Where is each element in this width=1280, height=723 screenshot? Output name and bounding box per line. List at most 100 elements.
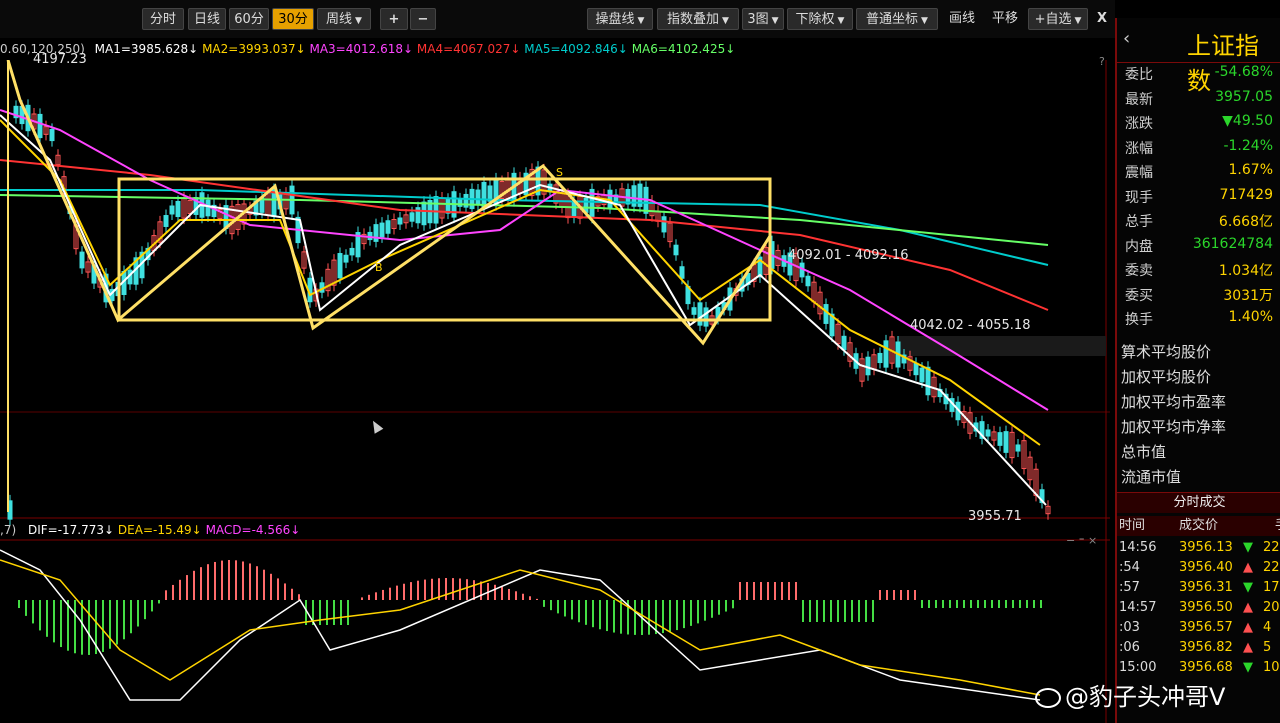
candle-body — [49, 128, 55, 142]
kline-chart[interactable] — [0, 60, 1110, 723]
dea-value: DEA=-15.49↓ — [117, 523, 202, 537]
tick-row: 15:00 3956.68 ▼ 100 — [1117, 658, 1280, 678]
ma5-value: MA5=4092.846↓ — [524, 42, 628, 56]
candle-body — [385, 220, 391, 234]
quote-row: 涨跌 ▼49.50 — [1121, 113, 1277, 137]
help-icon[interactable]: ? — [1099, 55, 1105, 68]
tick-columns: 时间 成交价 手 — [1117, 516, 1280, 536]
zoom-in-button[interactable]: + — [380, 8, 408, 30]
metric-row[interactable]: 算术平均股价 — [1121, 341, 1211, 362]
tick-row: :03 3956.57 ▲ 4 — [1117, 618, 1280, 638]
quote-key: 总手 — [1125, 214, 1153, 230]
tick-vol: 20 — [1263, 600, 1280, 615]
chevron-down-icon: ▼ — [722, 16, 729, 26]
draw-line-button[interactable]: 画线 — [942, 8, 982, 30]
candle-body — [475, 189, 481, 205]
candle-body — [409, 212, 415, 222]
macd-legend: ,7) DIF=-17.773↓ DEA=-15.49↓ MACD=-4.566… — [0, 520, 300, 540]
metric-row[interactable]: 加权平均市净率 — [1121, 416, 1226, 437]
quote-key: 震幅 — [1125, 165, 1153, 181]
quote-row: 委卖 1.034亿 — [1121, 260, 1277, 284]
panel-title-bar: ‹ 上证指数 — [1117, 18, 1280, 95]
period-day[interactable]: 日线 — [188, 8, 226, 30]
quote-key: 最新 — [1125, 91, 1153, 108]
chuquan-dropdown[interactable]: 下除权 ▼ — [787, 8, 853, 30]
tick-vol: 17 — [1263, 580, 1280, 595]
quote-row: 内盘 361624784 — [1121, 236, 1277, 260]
candle-body — [997, 432, 1003, 446]
period-30min[interactable]: 30分 — [272, 8, 314, 30]
layout-label: 3图 — [747, 12, 769, 27]
layout-dropdown[interactable]: 3图 ▼ — [742, 8, 784, 30]
metric-row[interactable]: 流通市值 — [1121, 466, 1181, 487]
candles-group — [7, 99, 1051, 526]
tick-arrow: ▼ — [1243, 660, 1253, 675]
shift-button[interactable]: 平移 — [985, 8, 1025, 30]
toolbar: 分时 日线 60分 30分 周线 ▼ + − 操盘线 ▼ 指数叠加 ▼ 3图 ▼ 下除权… — [0, 0, 1115, 38]
chevron-down-icon: ▼ — [355, 16, 362, 26]
candle-body — [913, 362, 919, 376]
tick-time: :06 — [1119, 640, 1140, 655]
zoom-out-button[interactable]: − — [410, 8, 436, 30]
range-label-2: 4042.02 - 4055.18 — [910, 318, 1031, 333]
metric-row[interactable]: 加权平均市盈率 — [1121, 391, 1226, 412]
ma-legend: 0.60,120,250) MA1=3985.628↓ MA2=3993.037… — [0, 38, 735, 60]
tick-price: 3956.13 — [1179, 540, 1233, 555]
quote-row: 最新 3957.05 — [1121, 89, 1277, 113]
tick-arrow: ▲ — [1243, 600, 1253, 615]
tick-time: :57 — [1119, 580, 1140, 595]
ma4-value: MA4=4067.027↓ — [416, 42, 521, 56]
candle-body — [925, 366, 931, 396]
tick-row: 14:57 3956.50 ▲ 20 — [1117, 598, 1280, 618]
quote-value: 1.67% — [1228, 162, 1273, 178]
coordinate-dropdown[interactable]: 普通坐标 ▼ — [856, 8, 938, 30]
tick-row: :57 3956.31 ▼ 17 — [1117, 578, 1280, 598]
tick-price: 3956.40 — [1179, 560, 1233, 575]
ma-lines-group — [0, 109, 1049, 506]
add-watchlist-dropdown[interactable]: +自选 ▼ — [1028, 8, 1088, 30]
quote-row: 换手 1.40% — [1121, 309, 1277, 333]
weibo-icon — [1035, 688, 1061, 708]
quote-row: 涨幅 -1.24% — [1121, 138, 1277, 162]
metric-row[interactable]: 加权平均股价 — [1121, 366, 1211, 387]
quote-key: 涨跌 — [1125, 116, 1153, 132]
candle-body — [379, 222, 385, 238]
candle-body — [985, 429, 991, 437]
period-fenshi[interactable]: 分时 — [142, 8, 184, 30]
index-overlay-dropdown[interactable]: 指数叠加 ▼ — [657, 8, 739, 30]
quote-row: 震幅 1.67% — [1121, 162, 1277, 186]
quote-key: 涨幅 — [1125, 140, 1153, 157]
period-60min[interactable]: 60分 — [229, 8, 269, 30]
panel-controls-icon[interactable]: − ⁼ × — [1066, 534, 1097, 547]
ma-line — [0, 119, 1041, 446]
ma-line — [0, 114, 1047, 506]
candle-body — [703, 307, 709, 327]
quote-key: 委买 — [1125, 287, 1153, 304]
tick-price: 3956.68 — [1179, 660, 1233, 675]
chevron-left-icon[interactable]: ‹ — [1123, 28, 1130, 49]
close-icon[interactable]: X — [1092, 8, 1112, 30]
chevron-down-icon: ▼ — [837, 16, 845, 26]
candle-body — [679, 266, 685, 279]
metric-row[interactable]: 总市值 — [1121, 441, 1166, 462]
watermark: @豹子头冲哥V — [1035, 677, 1225, 712]
tick-header: 分时成交 — [1117, 492, 1280, 513]
candle-body — [373, 224, 379, 242]
caopan-dropdown[interactable]: 操盘线 ▼ — [587, 8, 653, 30]
tick-price: 3956.82 — [1179, 640, 1233, 655]
tick-row: :06 3956.82 ▲ 5 — [1117, 638, 1280, 658]
quote-value: 1.034亿 — [1218, 263, 1273, 279]
candle-body — [397, 217, 403, 225]
week-dropdown[interactable]: 周线 ▼ — [317, 8, 371, 30]
chevron-down-icon: ▼ — [637, 16, 645, 26]
tick-price: 3956.50 — [1179, 600, 1233, 615]
quote-row: 总手 6.668亿 — [1121, 211, 1277, 235]
quote-value: 361624784 — [1192, 235, 1273, 252]
quote-value: 717429 — [1219, 186, 1273, 203]
quote-key: 现手 — [1125, 189, 1153, 206]
candle-body — [169, 205, 175, 215]
buy-marker: B — [375, 261, 383, 274]
macd-value: MACD=-4.566↓ — [205, 523, 301, 537]
quote-row: 委买 3031万 — [1121, 285, 1277, 309]
candle-body — [661, 216, 667, 233]
